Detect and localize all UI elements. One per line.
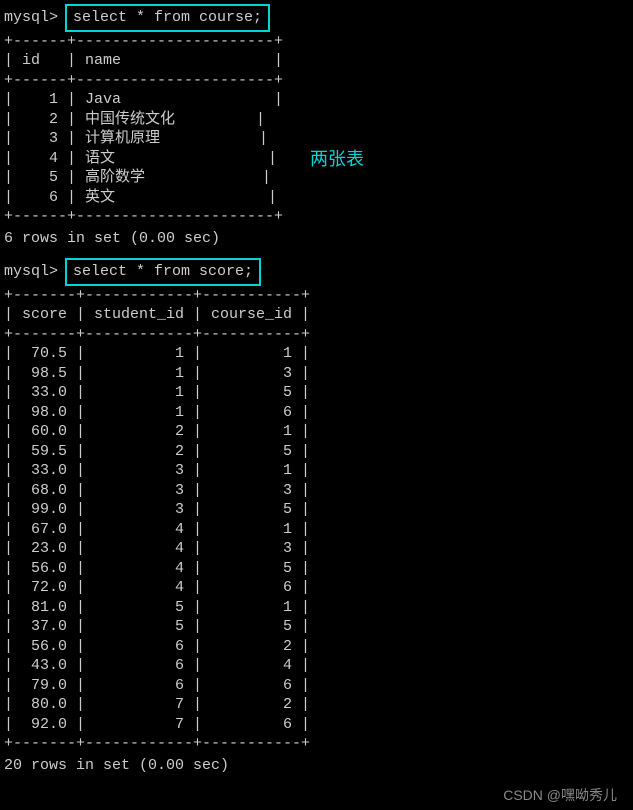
query1-border-mid: +------+----------------------+ <box>4 71 629 91</box>
annotation-label: 两张表 <box>310 148 364 171</box>
query2-highlight: select * from score; <box>65 258 261 286</box>
table-row: | 67.0 | 4 | 1 | <box>4 520 629 540</box>
table-row: | 3 | 计算机原理 | <box>4 129 629 149</box>
table-row: | 68.0 | 3 | 3 | <box>4 481 629 501</box>
table-row: | 33.0 | 3 | 1 | <box>4 461 629 481</box>
table-row: | 33.0 | 1 | 5 | <box>4 383 629 403</box>
query1-sql: select * from course; <box>73 9 262 26</box>
query2-section: mysql> select * from score; +-------+---… <box>4 258 629 775</box>
table-row: | 43.0 | 6 | 4 | <box>4 656 629 676</box>
table-row: | 92.0 | 7 | 6 | <box>4 715 629 735</box>
table-row: | 59.5 | 2 | 5 | <box>4 442 629 462</box>
table-row: | 98.5 | 1 | 3 | <box>4 364 629 384</box>
table-row: | 70.5 | 1 | 1 | <box>4 344 629 364</box>
watermark: CSDN @嘿呦秀儿 <box>503 786 617 804</box>
query1-line: mysql> select * from course; <box>4 4 629 32</box>
query2-border-bot: +-------+------------+-----------+ <box>4 734 629 754</box>
table-row: | 72.0 | 4 | 6 | <box>4 578 629 598</box>
query2-rows: | 70.5 | 1 | 1 || 98.5 | 1 | 3 || 33.0 |… <box>4 344 629 734</box>
table-row: | 37.0 | 5 | 5 | <box>4 617 629 637</box>
table-row: | 81.0 | 5 | 1 | <box>4 598 629 618</box>
table-row: | 2 | 中国传统文化 | <box>4 110 629 130</box>
query1-section: mysql> select * from course; +------+---… <box>4 4 629 248</box>
table-row: | 99.0 | 3 | 5 | <box>4 500 629 520</box>
query2-border-mid: +-------+------------+-----------+ <box>4 325 629 345</box>
query1-highlight: select * from course; <box>65 4 270 32</box>
mysql-prompt: mysql> <box>4 9 58 26</box>
mysql-prompt: mysql> <box>4 263 58 280</box>
query1-border-top: +------+----------------------+ <box>4 32 629 52</box>
table-row: | 56.0 | 6 | 2 | <box>4 637 629 657</box>
query2-header: | score | student_id | course_id | <box>4 305 629 325</box>
query2-line: mysql> select * from score; <box>4 258 629 286</box>
table-row: | 98.0 | 1 | 6 | <box>4 403 629 423</box>
query1-status: 6 rows in set (0.00 sec) <box>4 229 629 249</box>
table-row: | 79.0 | 6 | 6 | <box>4 676 629 696</box>
query1-border-bot: +------+----------------------+ <box>4 207 629 227</box>
table-row: | 56.0 | 4 | 5 | <box>4 559 629 579</box>
table-row: | 6 | 英文 | <box>4 188 629 208</box>
table-row: | 80.0 | 7 | 2 | <box>4 695 629 715</box>
query2-sql: select * from score; <box>73 263 253 280</box>
query2-status: 20 rows in set (0.00 sec) <box>4 756 629 776</box>
table-row: | 1 | Java | <box>4 90 629 110</box>
table-row: | 23.0 | 4 | 3 | <box>4 539 629 559</box>
query1-header: | id | name | <box>4 51 629 71</box>
query2-border-top: +-------+------------+-----------+ <box>4 286 629 306</box>
table-row: | 60.0 | 2 | 1 | <box>4 422 629 442</box>
